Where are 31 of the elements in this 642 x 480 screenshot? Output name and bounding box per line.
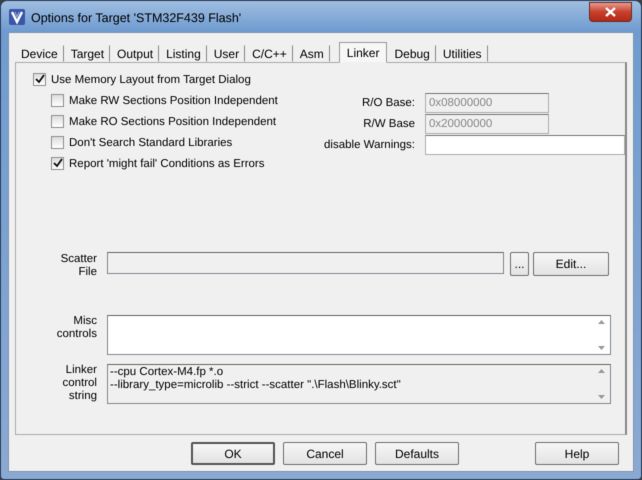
close-icon (605, 6, 616, 16)
field-label: disable Warnings: (323, 138, 415, 150)
checkbox[interactable] (51, 94, 64, 107)
close-button[interactable] (589, 2, 632, 22)
checkbox-label: Don't Search Standard Libraries (69, 136, 232, 148)
checkbox[interactable] (51, 115, 64, 128)
window-title: Options for Target 'STM32F439 Flash' (31, 10, 242, 24)
field-label: R/W Base (362, 118, 415, 130)
scroll-down-icon[interactable] (598, 346, 605, 350)
text-line: --library_type=microlib --strict --scatter ".\Flash\Blinky.sct" (110, 379, 402, 392)
field-label: Linker control string (61, 364, 97, 403)
checkbox[interactable] (51, 157, 64, 170)
dialog-button[interactable]: OK (191, 442, 275, 465)
checkbox[interactable] (51, 136, 64, 149)
tab[interactable]: Linker (338, 42, 388, 63)
checkbox-label: Make RW Sections Position Independent (69, 94, 278, 106)
dialog-button[interactable]: Defaults (375, 442, 459, 465)
scroll-up-icon[interactable] (598, 320, 605, 324)
checkbox-label: Make RO Sections Position Independent (69, 116, 276, 128)
help-button[interactable]: Help (535, 442, 619, 465)
text-line: --cpu Cortex-M4.fp *.o (110, 366, 224, 379)
field-label: R/O Base: (360, 96, 415, 108)
checkbox-label: Use Memory Layout from Target Dialog (51, 74, 251, 86)
dialog-button[interactable]: Cancel (283, 442, 367, 465)
field-label: Misc controls (56, 315, 97, 341)
checkbox[interactable] (33, 73, 46, 86)
app-icon (9, 8, 25, 24)
field-label: Scatter File (60, 253, 97, 279)
text-area[interactable] (107, 315, 611, 355)
checkbox-label: Report 'might fail' Conditions as Errors (69, 158, 264, 170)
input-field[interactable] (425, 134, 625, 154)
